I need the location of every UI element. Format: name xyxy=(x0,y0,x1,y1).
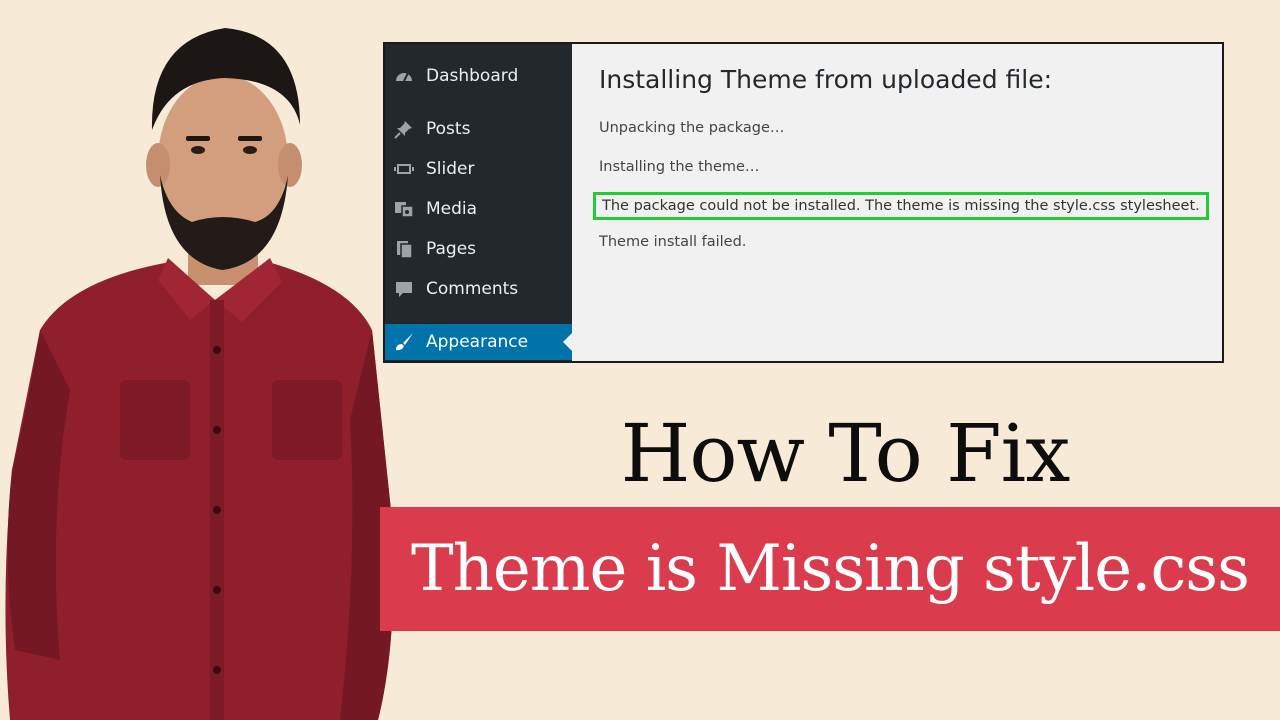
sidebar-item-appearance[interactable]: Appearance xyxy=(385,324,572,360)
sidebar-item-slider[interactable]: Slider xyxy=(385,151,572,187)
media-icon xyxy=(393,198,415,220)
wordpress-screenshot: Dashboard Posts Slider Media Pages Comme… xyxy=(383,42,1224,363)
error-message: The package could not be installed. The … xyxy=(593,192,1209,220)
title-banner: Theme is Missing style.css xyxy=(380,507,1280,631)
paintbrush-icon xyxy=(393,331,415,353)
sidebar-item-pages[interactable]: Pages xyxy=(385,231,572,267)
page-title: Installing Theme from uploaded file: xyxy=(599,65,1053,94)
pages-icon xyxy=(393,238,415,260)
sidebar-item-label: Dashboard xyxy=(426,66,519,86)
sidebar-item-label: Appearance xyxy=(426,332,529,352)
sidebar-item-label: Slider xyxy=(426,159,475,179)
install-log-panel: Installing Theme from uploaded file: Unp… xyxy=(572,44,1222,361)
sidebar-item-dashboard[interactable]: Dashboard xyxy=(385,58,572,94)
sidebar-item-media[interactable]: Media xyxy=(385,191,572,227)
status-installing: Installing the theme… xyxy=(599,159,760,175)
sidebar-item-label: Posts xyxy=(426,119,471,139)
admin-sidebar: Dashboard Posts Slider Media Pages Comme… xyxy=(385,44,572,361)
dashboard-icon xyxy=(393,65,415,87)
status-failed: Theme install failed. xyxy=(599,234,747,250)
status-unpacking: Unpacking the package… xyxy=(599,120,785,136)
sidebar-item-label: Media xyxy=(426,199,478,219)
slider-icon xyxy=(393,158,415,180)
sidebar-item-label: Pages xyxy=(426,239,477,259)
sidebar-item-label: Comments xyxy=(426,279,519,299)
presenter-photo xyxy=(5,28,394,720)
headline-how-to-fix: How To Fix xyxy=(620,407,1071,500)
headline-theme-missing: Theme is Missing style.css xyxy=(411,532,1250,606)
sidebar-item-posts[interactable]: Posts xyxy=(385,111,572,147)
comment-icon xyxy=(393,278,415,300)
sidebar-item-comments[interactable]: Comments xyxy=(385,271,572,307)
pushpin-icon xyxy=(393,118,415,140)
